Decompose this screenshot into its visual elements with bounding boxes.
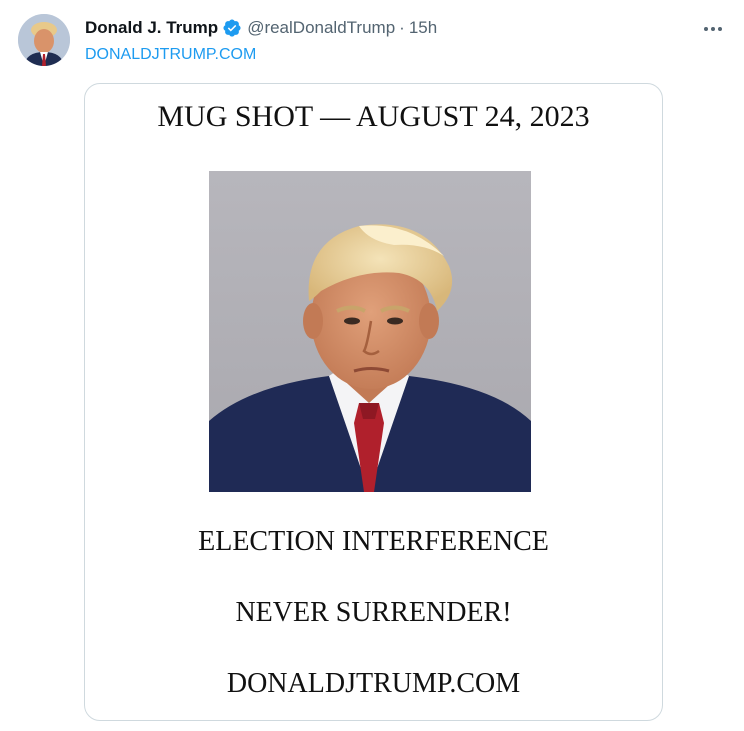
header-separator: · (399, 18, 405, 37)
tweet: Donald J. Trump @realDonaldTrump · 15h D… (0, 0, 744, 731)
media-image[interactable]: MUG SHOT — AUGUST 24, 2023 ELECTION INTE… (84, 83, 663, 721)
image-line-never-surrender: NEVER SURRENDER! (235, 597, 512, 628)
image-line-election-interference: ELECTION INTERFERENCE (198, 526, 549, 557)
avatar-image (18, 14, 70, 66)
mugshot-photo (209, 171, 531, 492)
image-line-website: DONALDJTRUMP.COM (226, 668, 521, 699)
avatar[interactable] (18, 14, 70, 66)
ellipsis-icon (704, 27, 722, 31)
tweet-text-link[interactable]: DONALDJTRUMP.COM (85, 46, 256, 64)
tweet-header: Donald J. Trump @realDonaldTrump · 15h (85, 16, 437, 40)
more-options-icon[interactable] (700, 16, 726, 42)
verified-badge-icon[interactable] (222, 18, 242, 38)
display-name[interactable]: Donald J. Trump (85, 18, 218, 38)
image-title: MUG SHOT — AUGUST 24, 2023 (157, 100, 590, 133)
tweet-timestamp[interactable]: 15h (409, 18, 437, 38)
author-handle[interactable]: @realDonaldTrump (247, 18, 395, 38)
